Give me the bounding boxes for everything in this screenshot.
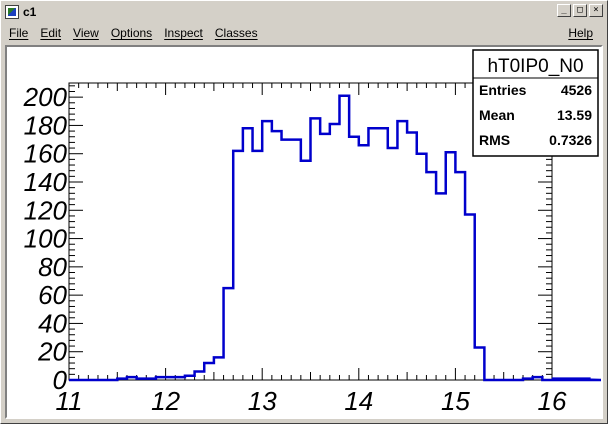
- close-button[interactable]: ×: [589, 4, 603, 17]
- stats-value-entries: 4526: [561, 82, 592, 98]
- histogram-bin: [378, 128, 388, 380]
- histogram-bin: [127, 377, 137, 380]
- menu-classes[interactable]: Classes: [209, 26, 264, 40]
- histogram-bin: [446, 152, 456, 380]
- histogram-bin: [166, 377, 176, 380]
- y-tick-label: 100: [24, 224, 68, 254]
- root-app-icon: [5, 5, 19, 19]
- histogram-bin: [224, 288, 234, 380]
- stats-title: hT0IP0_N0: [487, 56, 583, 77]
- histogram-bin: [243, 128, 253, 380]
- histogram-bin: [253, 151, 263, 380]
- x-tick-label: 15: [441, 386, 470, 416]
- root-canvas-window: c1 _ □ × File Edit View Options Inspect …: [0, 0, 608, 424]
- histogram-bin: [388, 148, 398, 380]
- stats-label-rms: RMS: [479, 132, 510, 148]
- stats-value-mean: 13.59: [557, 107, 592, 123]
- plot-canvas[interactable]: 11 12 13 14 15 16 0 20 40 60 80 100 120 140 160 180 200 …: [5, 45, 603, 419]
- stats-label-entries: Entries: [479, 82, 527, 98]
- histogram-bin: [475, 347, 485, 380]
- menu-edit[interactable]: Edit: [34, 26, 67, 40]
- x-tick-label: 14: [344, 386, 373, 416]
- y-tick-label: 140: [24, 167, 68, 197]
- stats-box[interactable]: hT0IP0_N0 Entries 4526 Mean 13.59 RMS 0.…: [472, 49, 599, 157]
- y-tick-label: 160: [24, 139, 68, 169]
- histogram-bin: [185, 376, 195, 380]
- histogram-bin: [146, 379, 156, 380]
- histogram-bin: [368, 128, 378, 380]
- histogram-bin: [339, 96, 349, 380]
- y-tick-label: 20: [37, 337, 67, 367]
- histogram-bin: [262, 121, 272, 380]
- histogram-bin: [282, 140, 292, 380]
- histogram-bin: [397, 121, 407, 380]
- histogram-bin: [204, 363, 214, 380]
- histogram-plot: 11 12 13 14 15 16020406080100120140160180200 …: [7, 47, 601, 417]
- minimize-button[interactable]: _: [557, 4, 571, 17]
- histogram-bin: [465, 215, 475, 380]
- x-tick-label: 12: [151, 386, 180, 416]
- histogram-bin: [320, 134, 330, 380]
- y-tick-label: 40: [38, 308, 67, 338]
- y-tick-label: 0: [53, 365, 68, 395]
- maximize-button[interactable]: □: [573, 4, 587, 17]
- histogram-bin: [426, 172, 436, 380]
- menu-help[interactable]: Help: [562, 26, 599, 40]
- y-tick-label: 80: [38, 252, 67, 282]
- histogram-bin: [301, 161, 311, 380]
- histogram-bin: [214, 357, 224, 380]
- histogram-bin: [359, 145, 369, 380]
- histogram-bin: [533, 377, 543, 380]
- histogram-bin: [311, 118, 321, 380]
- menu-view[interactable]: View: [67, 26, 105, 40]
- stats-value-rms: 0.7326: [549, 132, 592, 148]
- stats-label-mean: Mean: [479, 107, 515, 123]
- menu-bar: File Edit View Options Inspect Classes H…: [3, 23, 605, 43]
- histogram-bin: [455, 172, 465, 380]
- menu-file[interactable]: File: [3, 26, 34, 40]
- histogram-bin: [272, 131, 282, 380]
- y-tick-label: 180: [24, 110, 68, 140]
- histogram-bin: [137, 379, 147, 380]
- histogram-bin: [156, 377, 166, 380]
- window-controls: _ □ ×: [557, 4, 603, 17]
- title-bar[interactable]: c1 _ □ ×: [3, 3, 605, 21]
- histogram-bin: [233, 151, 243, 380]
- y-tick-label: 200: [23, 82, 68, 112]
- histogram-bin: [291, 140, 301, 380]
- x-tick-label: 13: [248, 386, 277, 416]
- histogram-bin: [117, 379, 127, 380]
- histogram-bin: [407, 133, 417, 381]
- histogram-bin: [417, 154, 427, 380]
- menu-inspect[interactable]: Inspect: [158, 26, 209, 40]
- histogram-bin: [436, 193, 446, 380]
- histogram-bin: [349, 137, 359, 380]
- histogram-bin: [523, 379, 533, 380]
- histogram-bin: [330, 124, 340, 380]
- menu-options[interactable]: Options: [105, 26, 158, 40]
- histogram-bin: [195, 372, 205, 380]
- histogram-bin: [175, 377, 185, 380]
- window-title: c1: [23, 5, 37, 19]
- y-tick-label: 120: [24, 195, 68, 225]
- y-tick-label: 60: [38, 280, 67, 310]
- x-tick-label: 16: [538, 386, 567, 416]
